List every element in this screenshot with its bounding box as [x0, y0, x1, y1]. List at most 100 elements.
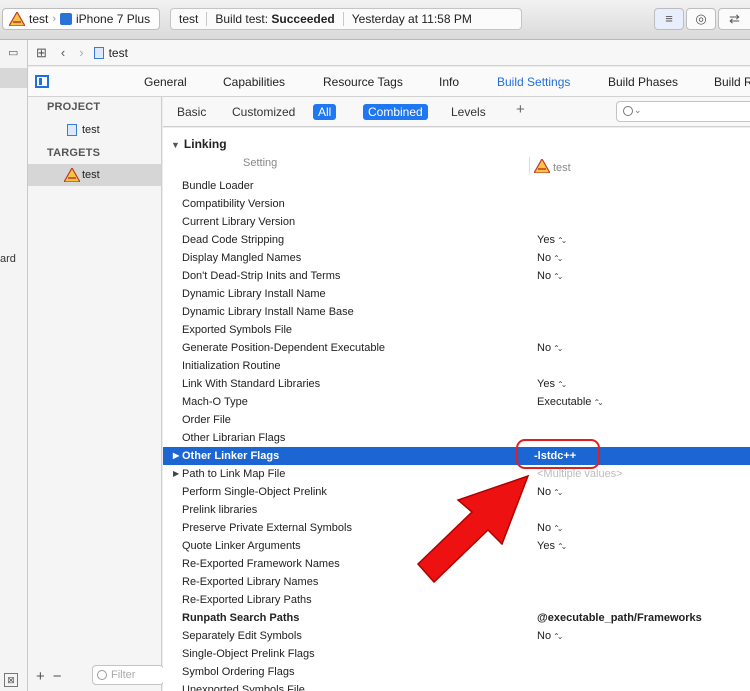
sidebar-footer: + − Filter	[28, 661, 164, 691]
setting-row[interactable]: Separately Edit Symbols No ⌃⌄	[163, 627, 750, 645]
setting-row[interactable]: Dynamic Library Install Name Base	[163, 303, 750, 321]
annotation-highlight-circle	[516, 439, 600, 469]
standard-editor-button[interactable]: ≡	[654, 8, 684, 30]
setting-value[interactable]: No ⌃⌄	[537, 267, 564, 286]
app-icon	[534, 159, 550, 173]
toolbar: test › iPhone 7 Plus test Build test: Su…	[0, 0, 750, 40]
setting-row[interactable]: Single-Object Prelink Flags	[163, 645, 750, 663]
setting-name: Prelink libraries	[182, 504, 258, 516]
status-time: Yesterday at 11:58 PM	[351, 12, 472, 26]
navigator-selected-row[interactable]	[0, 68, 27, 88]
expand-triangle-icon[interactable]: ▶	[173, 465, 179, 483]
setting-value[interactable]: @executable_path/Frameworks	[537, 609, 702, 627]
setting-row[interactable]: Don't Dead-Strip Inits and Terms No ⌃⌄	[163, 267, 750, 285]
setting-value[interactable]: No ⌃⌄	[537, 519, 564, 538]
activity-status: test Build test: Succeeded Yesterday at …	[170, 8, 522, 30]
column-header-setting: Setting	[243, 157, 278, 169]
setting-value[interactable]: Yes ⌃⌄	[537, 375, 568, 394]
setting-row[interactable]: Unexported Symbols File	[163, 681, 750, 691]
setting-row[interactable]: Current Library Version	[163, 213, 750, 231]
grid-icon[interactable]: ⊞	[36, 45, 47, 61]
popup-stepper-icon: ⌃⌄	[553, 488, 564, 497]
tab-build-phases[interactable]: Build Phases	[608, 75, 678, 89]
setting-row[interactable]: Other Librarian Flags	[163, 429, 750, 447]
tab-build-settings[interactable]: Build Settings	[497, 75, 570, 89]
comment-icon[interactable]: ▭	[8, 46, 18, 59]
setting-name: Single-Object Prelink Flags	[182, 648, 315, 660]
group-header[interactable]: ▼ Linking	[171, 137, 227, 151]
scheme-selector[interactable]: test › iPhone 7 Plus	[2, 8, 160, 30]
forward-icon[interactable]: ›	[79, 45, 83, 60]
setting-name: Mach-O Type	[182, 396, 248, 408]
setting-name: Compatibility Version	[182, 198, 285, 210]
jump-bar-file[interactable]: test	[109, 46, 128, 60]
setting-name: Runpath Search Paths	[182, 612, 300, 624]
view-combined-button[interactable]: Combined	[363, 104, 428, 120]
setting-row[interactable]: Link With Standard Libraries Yes ⌃⌄	[163, 375, 750, 393]
setting-row[interactable]: Dead Code Stripping Yes ⌃⌄	[163, 231, 750, 249]
setting-row[interactable]: Initialization Routine	[163, 357, 750, 375]
setting-name: Preserve Private External Symbols	[182, 522, 352, 534]
setting-value[interactable]: No ⌃⌄	[537, 249, 564, 268]
setting-name: Quote Linker Arguments	[182, 540, 301, 552]
view-levels-button[interactable]: Levels	[446, 104, 491, 120]
setting-row[interactable]: Symbol Ordering Flags	[163, 663, 750, 681]
setting-name: Generate Position-Dependent Executable	[182, 342, 386, 354]
tab-resource-tags[interactable]: Resource Tags	[323, 75, 403, 89]
back-icon[interactable]: ‹	[61, 45, 65, 60]
setting-name: Path to Link Map File	[182, 468, 286, 480]
filter-all-button[interactable]: All	[313, 104, 337, 120]
project-item[interactable]: test	[28, 119, 161, 141]
setting-value[interactable]: No ⌃⌄	[537, 627, 564, 646]
chevron-right-icon: ›	[52, 13, 57, 25]
settings-filter-bar: Basic Customized All Combined Levels + ⌄	[163, 97, 750, 127]
version-editor-button[interactable]: ⇄	[718, 8, 750, 30]
setting-name: Link With Standard Libraries	[182, 378, 321, 390]
setting-row[interactable]: Display Mangled Names No ⌃⌄	[163, 249, 750, 267]
setting-value[interactable]: Executable ⌃⌄	[537, 393, 604, 412]
add-setting-button[interactable]: +	[511, 102, 530, 118]
setting-name: Bundle Loader	[182, 180, 254, 192]
filter-customized-button[interactable]: Customized	[227, 104, 300, 120]
disclosure-triangle-icon[interactable]: ▼	[171, 140, 180, 150]
setting-value[interactable]: No ⌃⌄	[537, 483, 564, 502]
setting-row[interactable]: Order File	[163, 411, 750, 429]
tab-capabilities[interactable]: Capabilities	[223, 75, 285, 89]
filter-toggle-icon[interactable]: ⊠	[4, 673, 18, 687]
setting-value[interactable]: Yes ⌃⌄	[537, 231, 568, 250]
tab-general[interactable]: General	[144, 75, 187, 89]
setting-value[interactable]: No ⌃⌄	[537, 339, 564, 358]
sidebar-filter-input[interactable]: Filter	[92, 665, 164, 685]
add-target-button[interactable]: +	[36, 668, 45, 685]
project-targets-sidebar: PROJECT test TARGETS test + − Filter	[28, 97, 164, 691]
panel-icon[interactable]	[35, 75, 49, 88]
tab-info[interactable]: Info	[439, 75, 459, 89]
build-settings-table: ▼ Linking Setting test Bundle Loader Compa…	[163, 128, 750, 691]
setting-name: Symbol Ordering Flags	[182, 666, 295, 678]
popup-stepper-icon: ⌃⌄	[593, 398, 604, 407]
status-message: Build test: Succeeded	[215, 12, 335, 26]
chevron-down-icon: ⌄	[634, 105, 642, 115]
status-project: test	[179, 12, 199, 26]
setting-row[interactable]: Runpath Search Paths @executable_path/Fra…	[163, 609, 750, 627]
setting-row[interactable]: Generate Position-Dependent Executable No…	[163, 339, 750, 357]
settings-search-field[interactable]: ⌄	[616, 101, 750, 122]
setting-row[interactable]: Mach-O Type Executable ⌃⌄	[163, 393, 750, 411]
setting-name: Re-Exported Library Paths	[182, 594, 312, 606]
setting-row[interactable]: Bundle Loader	[163, 177, 750, 195]
setting-value[interactable]: Yes ⌃⌄	[537, 537, 568, 556]
setting-row[interactable]: Compatibility Version	[163, 195, 750, 213]
setting-row[interactable]: ▶ Other Linker Flags -lstdc++	[163, 447, 750, 465]
setting-row[interactable]: Dynamic Library Install Name	[163, 285, 750, 303]
remove-target-button[interactable]: −	[53, 668, 62, 685]
filter-basic-button[interactable]: Basic	[172, 104, 211, 120]
target-item[interactable]: test	[28, 164, 161, 186]
tab-build-rules[interactable]: Build R	[714, 75, 750, 89]
setting-name: Re-Exported Library Names	[182, 576, 319, 588]
setting-row[interactable]: Exported Symbols File	[163, 321, 750, 339]
setting-row[interactable]: Re-Exported Library Paths	[163, 591, 750, 609]
assistant-editor-button[interactable]: ◎	[686, 8, 716, 30]
expand-triangle-icon[interactable]: ▶	[173, 447, 179, 465]
app-icon	[9, 12, 25, 26]
setting-name: Dead Code Stripping	[182, 234, 285, 246]
